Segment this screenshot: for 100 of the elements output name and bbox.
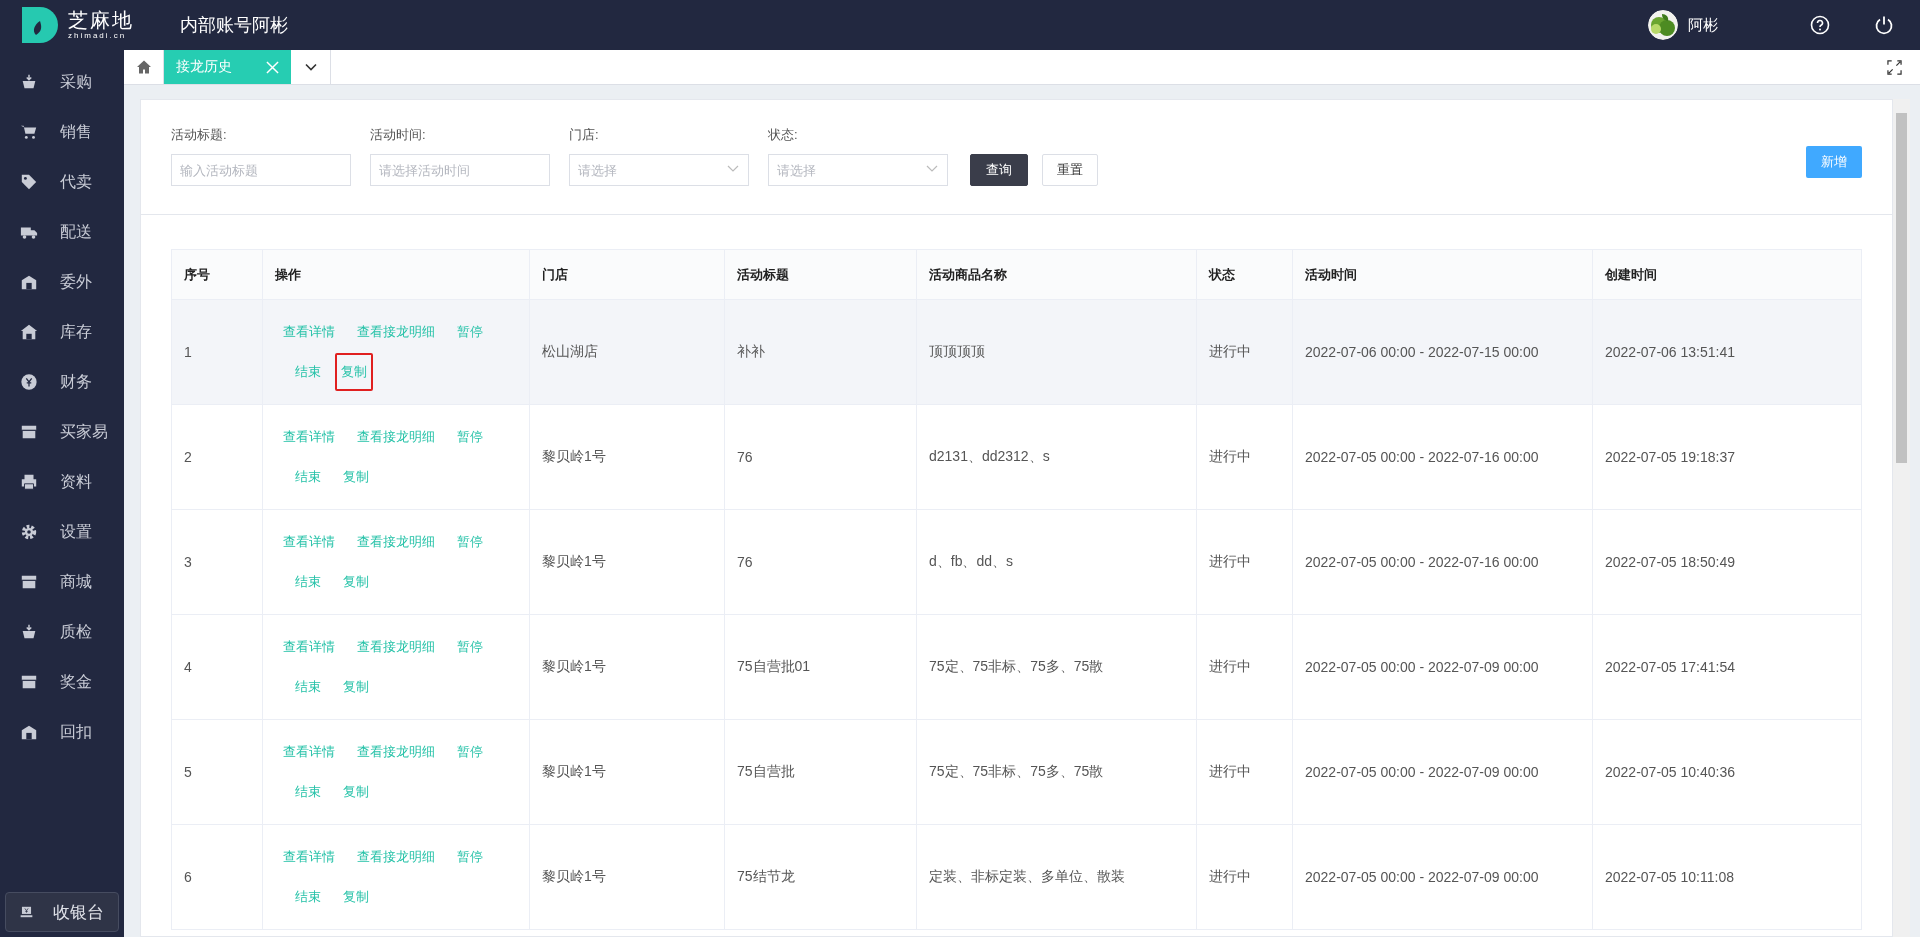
action-link[interactable]: 结束 (287, 358, 329, 386)
table-cell: 2022-07-05 19:18:37 (1605, 449, 1735, 465)
action-link[interactable]: 结束 (287, 568, 329, 596)
action-link[interactable]: 暂停 (449, 843, 491, 871)
table-cell: 75定、75非标、75多、75散 (929, 658, 1104, 674)
home-icon (135, 59, 152, 75)
sidebar-item[interactable]: 买家易 (0, 407, 124, 457)
table-cell: 定装、非标定装、多单位、散装 (929, 868, 1125, 884)
logo-text: 芝麻地 (68, 10, 134, 30)
sidebar-item[interactable]: 质检 (0, 607, 124, 657)
sidebar-item[interactable]: 委外 (0, 257, 124, 307)
sidebar-item[interactable]: 库存 (0, 307, 124, 357)
field-label: 状态: (768, 126, 799, 144)
field-label: 活动时间: (370, 126, 427, 144)
cart-icon (20, 123, 38, 141)
action-link[interactable]: 查看接龙明细 (349, 528, 443, 556)
table-cell: 进行中 (1209, 658, 1251, 674)
table-row[interactable]: 2 查看详情 查看接龙明细 暂停 结束 复制 黎贝岭1号 76 d2131、dd2312、s 进行中 2022-07-05 00:00 - 2022-07-16 00:00 2022-07-05 19:18:37 (171, 404, 1862, 510)
table-cell: 2022-07-05 00:00 - 2022-07-09 00:00 (1305, 869, 1539, 885)
table-cell: 黎贝岭1号 (542, 658, 606, 674)
column-header: 操作 (262, 249, 530, 300)
action-link[interactable]: 结束 (287, 673, 329, 701)
field-label: 活动标题: (171, 126, 228, 144)
table-cell: 进行中 (1209, 868, 1251, 884)
table-cell: 1 (184, 344, 192, 360)
tab[interactable]: 接龙历史 (164, 50, 291, 84)
action-link[interactable]: 查看接龙明细 (349, 423, 443, 451)
table-cell: 2022-07-05 18:50:49 (1605, 554, 1735, 570)
action-link[interactable]: 暂停 (449, 738, 491, 766)
action-link[interactable]: 查看详情 (275, 633, 343, 661)
help-icon[interactable] (1810, 15, 1830, 35)
table-cell: 黎贝岭1号 (542, 763, 606, 779)
search-button[interactable]: 查询 (970, 154, 1028, 186)
action-link[interactable]: 查看详情 (275, 423, 343, 451)
action-link[interactable]: 暂停 (449, 633, 491, 661)
input-field[interactable]: 请选择活动时间 (370, 154, 550, 186)
reset-button[interactable]: 重置 (1042, 154, 1098, 186)
action-link[interactable]: 查看接龙明细 (349, 633, 443, 661)
table-cell: 2022-07-05 10:11:08 (1605, 869, 1734, 885)
table-cell: 黎贝岭1号 (542, 448, 606, 464)
table-cell: 4 (184, 659, 192, 675)
column-header: 创建时间 (1592, 249, 1862, 300)
add-button[interactable]: 新增 (1806, 146, 1862, 178)
select-field[interactable]: 请选择 (768, 154, 948, 186)
sidebar-item[interactable]: 资料 (0, 457, 124, 507)
house-icon (20, 323, 38, 341)
action-link[interactable]: 暂停 (449, 318, 491, 346)
scrollbar[interactable] (1893, 99, 1910, 937)
table-cell: 2 (184, 449, 192, 465)
scrollbar-thumb[interactable] (1896, 113, 1907, 463)
table-cell: 75定、75非标、75多、75散 (929, 763, 1104, 779)
table-cell: 2022-07-05 00:00 - 2022-07-09 00:00 (1305, 659, 1539, 675)
power-icon[interactable] (1874, 15, 1894, 35)
chevron-down-icon (926, 165, 938, 173)
cashier-button[interactable]: 收银台 (5, 892, 119, 932)
sidebar-item[interactable]: 财务 (0, 357, 124, 407)
table-row[interactable]: 4 查看详情 查看接龙明细 暂停 结束 复制 黎贝岭1号 75自营批01 75定、75非标、75多、75散 进行中 2022-07-05 00:00 - 2022-07-09 00:00 2022-07-05 17:41:54 (171, 614, 1862, 720)
logo-url: zhimadi.cn (68, 32, 128, 40)
sidebar-item[interactable]: 回扣 (0, 707, 124, 757)
user-name[interactable]: 阿彬 (1688, 15, 1718, 35)
action-link[interactable]: 结束 (287, 463, 329, 491)
action-link[interactable]: 复制 (335, 883, 377, 911)
action-link[interactable]: 结束 (287, 883, 329, 911)
table-cell: 黎贝岭1号 (542, 868, 606, 884)
sidebar-item[interactable]: 采购 (0, 57, 124, 107)
action-link[interactable]: 结束 (287, 778, 329, 806)
basket-icon (20, 73, 38, 91)
table-cell: 2022-07-06 00:00 - 2022-07-15 00:00 (1305, 344, 1539, 360)
sidebar-item[interactable]: 销售 (0, 107, 124, 157)
table-row[interactable]: 6 查看详情 查看接龙明细 暂停 结束 复制 黎贝岭1号 75结节龙 定装、非标定装、多单位、散装 进行中 2022-07-05 00:00 - 2022-07-09 00:00 2022-07-05 10:11:08 (171, 824, 1862, 930)
fullscreen-icon[interactable] (1887, 59, 1902, 75)
table-row[interactable]: 5 查看详情 查看接龙明细 暂停 结束 复制 黎贝岭1号 75自营批 75定、75非标、75多、75散 进行中 2022-07-05 00:00 - 2022-07-09 00:00 2022-07-05 10:40:36 (171, 719, 1862, 825)
column-header: 活动标题 (724, 249, 917, 300)
sidebar-item[interactable]: 奖金 (0, 657, 124, 707)
action-link[interactable]: 暂停 (449, 423, 491, 451)
sidebar-item[interactable]: 代卖 (0, 157, 124, 207)
table-cell: 76 (737, 554, 753, 570)
action-link[interactable]: 查看接龙明细 (349, 843, 443, 871)
action-link[interactable]: 复制 (335, 463, 377, 491)
action-link[interactable]: 查看详情 (275, 738, 343, 766)
action-link[interactable]: 查看接龙明细 (349, 318, 443, 346)
table-row[interactable]: 1 查看详情 查看接龙明细 暂停 结束 复制 松山湖店 补补 顶顶顶顶 进行中 2022-07-06 00:00 - 2022-07-15 00:00 2022-07-06 13:51:41 (171, 299, 1862, 405)
account-title: 内部账号阿彬 (180, 14, 288, 37)
sidebar-item[interactable]: 配送 (0, 207, 124, 257)
action-link[interactable]: 查看详情 (275, 528, 343, 556)
action-link[interactable]: 复制 (335, 568, 377, 596)
sidebar-item[interactable]: 商城 (0, 557, 124, 607)
action-link[interactable]: 查看接龙明细 (349, 738, 443, 766)
gear-icon (20, 523, 38, 541)
action-link[interactable]: 查看详情 (275, 843, 343, 871)
sidebar-item[interactable]: 设置 (0, 507, 124, 557)
action-link[interactable]: 复制 (335, 673, 377, 701)
action-link[interactable]: 复制 (335, 353, 373, 391)
action-link[interactable]: 暂停 (449, 528, 491, 556)
action-link[interactable]: 查看详情 (275, 318, 343, 346)
input-field[interactable]: 输入活动标题 (171, 154, 351, 186)
table-cell: 75自营批01 (737, 658, 811, 674)
table-row[interactable]: 3 查看详情 查看接龙明细 暂停 结束 复制 黎贝岭1号 76 d、fb、dd、s 进行中 2022-07-05 00:00 - 2022-07-16 00:00 2022-07-05 18:50:49 (171, 509, 1862, 615)
action-link[interactable]: 复制 (335, 778, 377, 806)
select-field[interactable]: 请选择 (569, 154, 749, 186)
